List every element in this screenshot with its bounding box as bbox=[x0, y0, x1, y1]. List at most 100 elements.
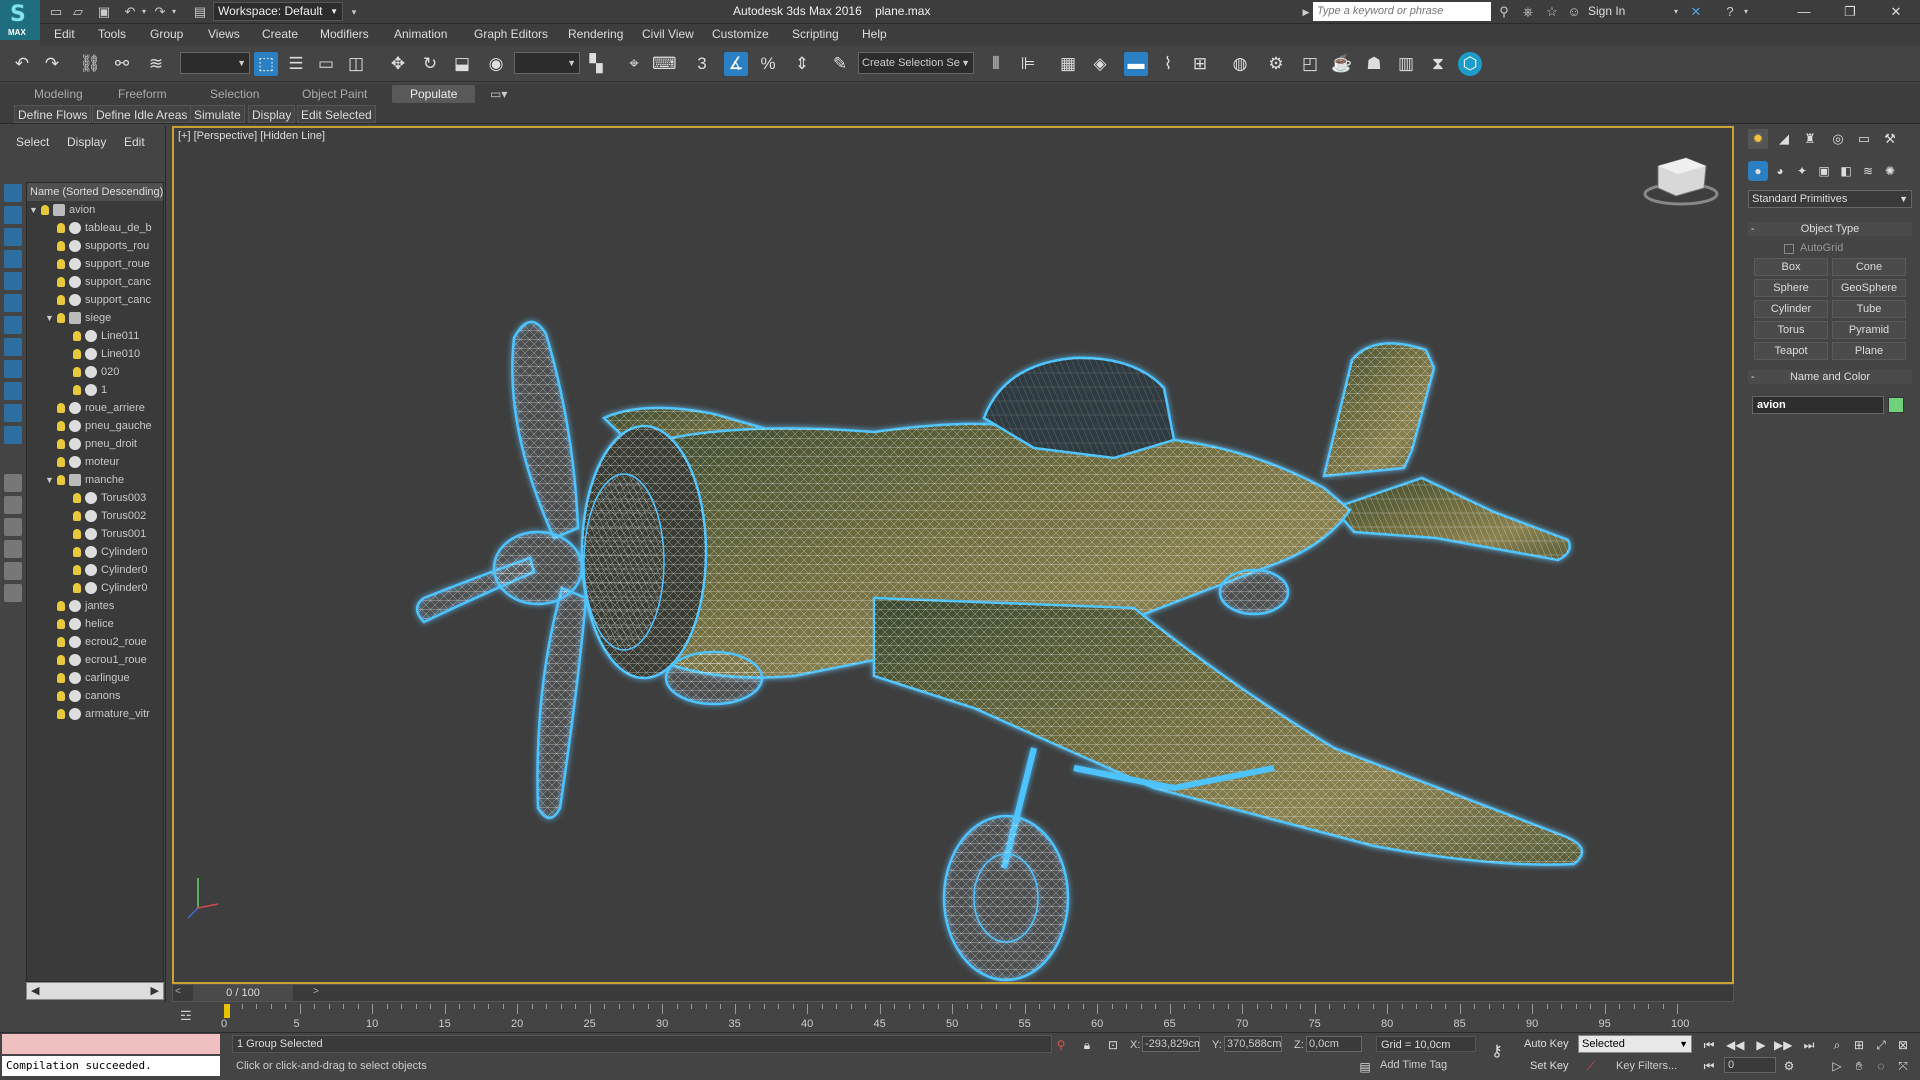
menu-create[interactable]: Create bbox=[262, 27, 298, 41]
help-dropdown-icon[interactable]: ▾ bbox=[1738, 4, 1754, 20]
time-configuration-icon[interactable]: ⚙ bbox=[1780, 1057, 1798, 1075]
tree-row[interactable]: 1 bbox=[27, 381, 163, 399]
define-idle-areas-button[interactable]: Define Idle Areas bbox=[92, 105, 192, 123]
go-to-start-icon[interactable]: ⏮ bbox=[1700, 1036, 1718, 1054]
tree-row[interactable]: ▼ avion bbox=[27, 201, 163, 219]
menu-help[interactable]: Help bbox=[862, 27, 887, 41]
application-menu-button[interactable]: S MAX bbox=[0, 0, 40, 40]
spinner-snap-toggle-icon[interactable]: ⇕ bbox=[790, 52, 814, 76]
sign-in-button[interactable]: Sign In bbox=[1588, 4, 1625, 18]
rendered-frame-window-icon[interactable]: ◰ bbox=[1298, 52, 1322, 76]
time-slider-next[interactable]: > bbox=[313, 986, 319, 997]
viewcube[interactable] bbox=[1643, 157, 1719, 206]
visibility-bulb-icon[interactable] bbox=[73, 349, 81, 359]
menu-tools[interactable]: Tools bbox=[98, 27, 126, 41]
tree-row[interactable]: ▼ manche bbox=[27, 471, 163, 489]
next-frame-icon[interactable]: ▶▶ bbox=[1774, 1036, 1792, 1054]
motion-tab-icon[interactable]: ◎ bbox=[1828, 129, 1848, 149]
redo-icon[interactable]: ↷ bbox=[40, 52, 64, 76]
select-object-icon[interactable]: ⬚ bbox=[254, 52, 278, 76]
field-of-view-icon[interactable]: ▷ bbox=[1828, 1057, 1846, 1075]
open-file-icon[interactable]: ▱ bbox=[70, 4, 86, 20]
visibility-bulb-icon[interactable] bbox=[57, 691, 65, 701]
named-selection-sets-dropdown[interactable]: Create Selection Se ▼ bbox=[858, 52, 974, 74]
tree-row[interactable]: armature_vitr bbox=[27, 705, 163, 723]
visibility-bulb-icon[interactable] bbox=[57, 295, 65, 305]
primitive-button[interactable]: Cone bbox=[1832, 258, 1906, 276]
current-frame-marker[interactable] bbox=[224, 1004, 230, 1018]
mirror-icon[interactable]: ⫴ bbox=[984, 52, 1008, 76]
tree-row[interactable]: support_canc bbox=[27, 273, 163, 291]
visibility-bulb-icon[interactable] bbox=[57, 259, 65, 269]
tree-row[interactable]: pneu_droit bbox=[27, 435, 163, 453]
tree-row[interactable]: tableau_de_b bbox=[27, 219, 163, 237]
display-filter-icon[interactable] bbox=[4, 228, 22, 246]
primitive-button[interactable]: Box bbox=[1754, 258, 1828, 276]
menu-customize[interactable]: Customize bbox=[712, 27, 769, 41]
ribbon-minimize-icon[interactable]: ▭▾ bbox=[490, 87, 507, 101]
zoom-extents-icon[interactable]: ⤢ bbox=[1872, 1036, 1890, 1054]
tree-row[interactable]: pneu_gauche bbox=[27, 417, 163, 435]
zoom-icon[interactable]: ⌕ bbox=[1828, 1036, 1846, 1054]
toggle-layer-explorer-icon[interactable]: ◈ bbox=[1088, 52, 1112, 76]
favorites-star-icon[interactable]: ☆ bbox=[1544, 4, 1560, 20]
visibility-bulb-icon[interactable] bbox=[73, 565, 81, 575]
display-filter-icon[interactable] bbox=[4, 404, 22, 422]
tree-row[interactable]: Cylinder0 bbox=[27, 543, 163, 561]
expand-search-icon[interactable]: ▶ bbox=[1298, 4, 1314, 20]
perspective-viewport[interactable]: [+] [Perspective] [Hidden Line] bbox=[172, 126, 1734, 984]
tree-row[interactable]: roue_arriere bbox=[27, 399, 163, 417]
object-name-input[interactable]: avion bbox=[1752, 396, 1884, 414]
selection-filter-dropdown[interactable]: ▼ bbox=[180, 52, 250, 74]
time-slider-prev[interactable]: < bbox=[175, 986, 181, 997]
explorer-tool-icon[interactable] bbox=[4, 540, 22, 558]
tree-row[interactable]: Cylinder0 bbox=[27, 561, 163, 579]
auto-key-button[interactable]: Auto Key bbox=[1524, 1038, 1569, 1050]
orbit-icon[interactable]: ◌ bbox=[1872, 1057, 1890, 1075]
menu-civil-view[interactable]: Civil View bbox=[642, 27, 694, 41]
isolate-selection-icon[interactable]: ⚲ bbox=[1052, 1036, 1070, 1054]
curve-editor-icon[interactable]: ⌇ bbox=[1156, 52, 1180, 76]
lights-icon[interactable]: ✦ bbox=[1792, 161, 1812, 181]
explorer-tool-icon[interactable] bbox=[4, 562, 22, 580]
visibility-bulb-icon[interactable] bbox=[57, 241, 65, 251]
current-frame-field[interactable]: 0 bbox=[1724, 1057, 1776, 1073]
primitive-button[interactable]: Pyramid bbox=[1832, 321, 1906, 339]
expand-toggle-icon[interactable]: ▼ bbox=[29, 201, 38, 219]
customize-quick-access-icon[interactable]: ▾ bbox=[346, 4, 362, 20]
percent-snap-toggle-icon[interactable]: % bbox=[756, 52, 780, 76]
expand-toggle-icon[interactable]: ▼ bbox=[45, 471, 54, 489]
restore-button[interactable]: ❐ bbox=[1827, 0, 1873, 24]
project-folder-icon[interactable]: ▤ bbox=[192, 4, 208, 20]
primitive-button[interactable]: Torus bbox=[1754, 321, 1828, 339]
bind-to-space-warp-icon[interactable]: ≋ bbox=[144, 52, 168, 76]
key-mode-toggle-icon[interactable]: ⏮ bbox=[1700, 1057, 1718, 1075]
pan-view-icon[interactable]: ✋︎ bbox=[1850, 1057, 1868, 1075]
tree-row[interactable]: support_roue bbox=[27, 255, 163, 273]
autogrid-checkbox[interactable] bbox=[1784, 244, 1794, 254]
time-slider-thumb[interactable]: 0 / 100 bbox=[193, 985, 293, 1001]
tree-row[interactable]: Cylinder0 bbox=[27, 579, 163, 597]
visibility-bulb-icon[interactable] bbox=[73, 493, 81, 503]
visibility-bulb-icon[interactable] bbox=[57, 277, 65, 287]
display-button[interactable]: Display bbox=[248, 105, 296, 123]
display-filter-icon[interactable] bbox=[4, 294, 22, 312]
create-tab-icon[interactable]: ✹ bbox=[1748, 129, 1768, 149]
display-filter-icon[interactable] bbox=[4, 316, 22, 334]
menu-modifiers[interactable]: Modifiers bbox=[320, 27, 369, 41]
tree-row[interactable]: moteur bbox=[27, 453, 163, 471]
tree-row[interactable]: ecrou2_roue bbox=[27, 633, 163, 651]
tree-row[interactable]: canons bbox=[27, 687, 163, 705]
render-in-cloud-icon[interactable]: ▥ bbox=[1394, 52, 1418, 76]
zoom-all-icon[interactable]: ⊞ bbox=[1850, 1036, 1868, 1054]
visibility-bulb-icon[interactable] bbox=[57, 619, 65, 629]
menu-edit[interactable]: Edit bbox=[54, 27, 75, 41]
primitive-button[interactable]: Cylinder bbox=[1754, 300, 1828, 318]
close-button[interactable]: ✕ bbox=[1873, 0, 1919, 24]
visibility-bulb-icon[interactable] bbox=[57, 421, 65, 431]
explorer-menu-display[interactable]: Display bbox=[67, 135, 106, 149]
key-mode-dropdown[interactable]: Selected ▼ bbox=[1578, 1035, 1692, 1053]
undo-dropdown-icon[interactable]: ▾ bbox=[136, 4, 152, 20]
scroll-right-icon[interactable]: ▶ bbox=[151, 984, 159, 997]
snaps-toggle-icon[interactable]: 3 bbox=[690, 52, 714, 76]
